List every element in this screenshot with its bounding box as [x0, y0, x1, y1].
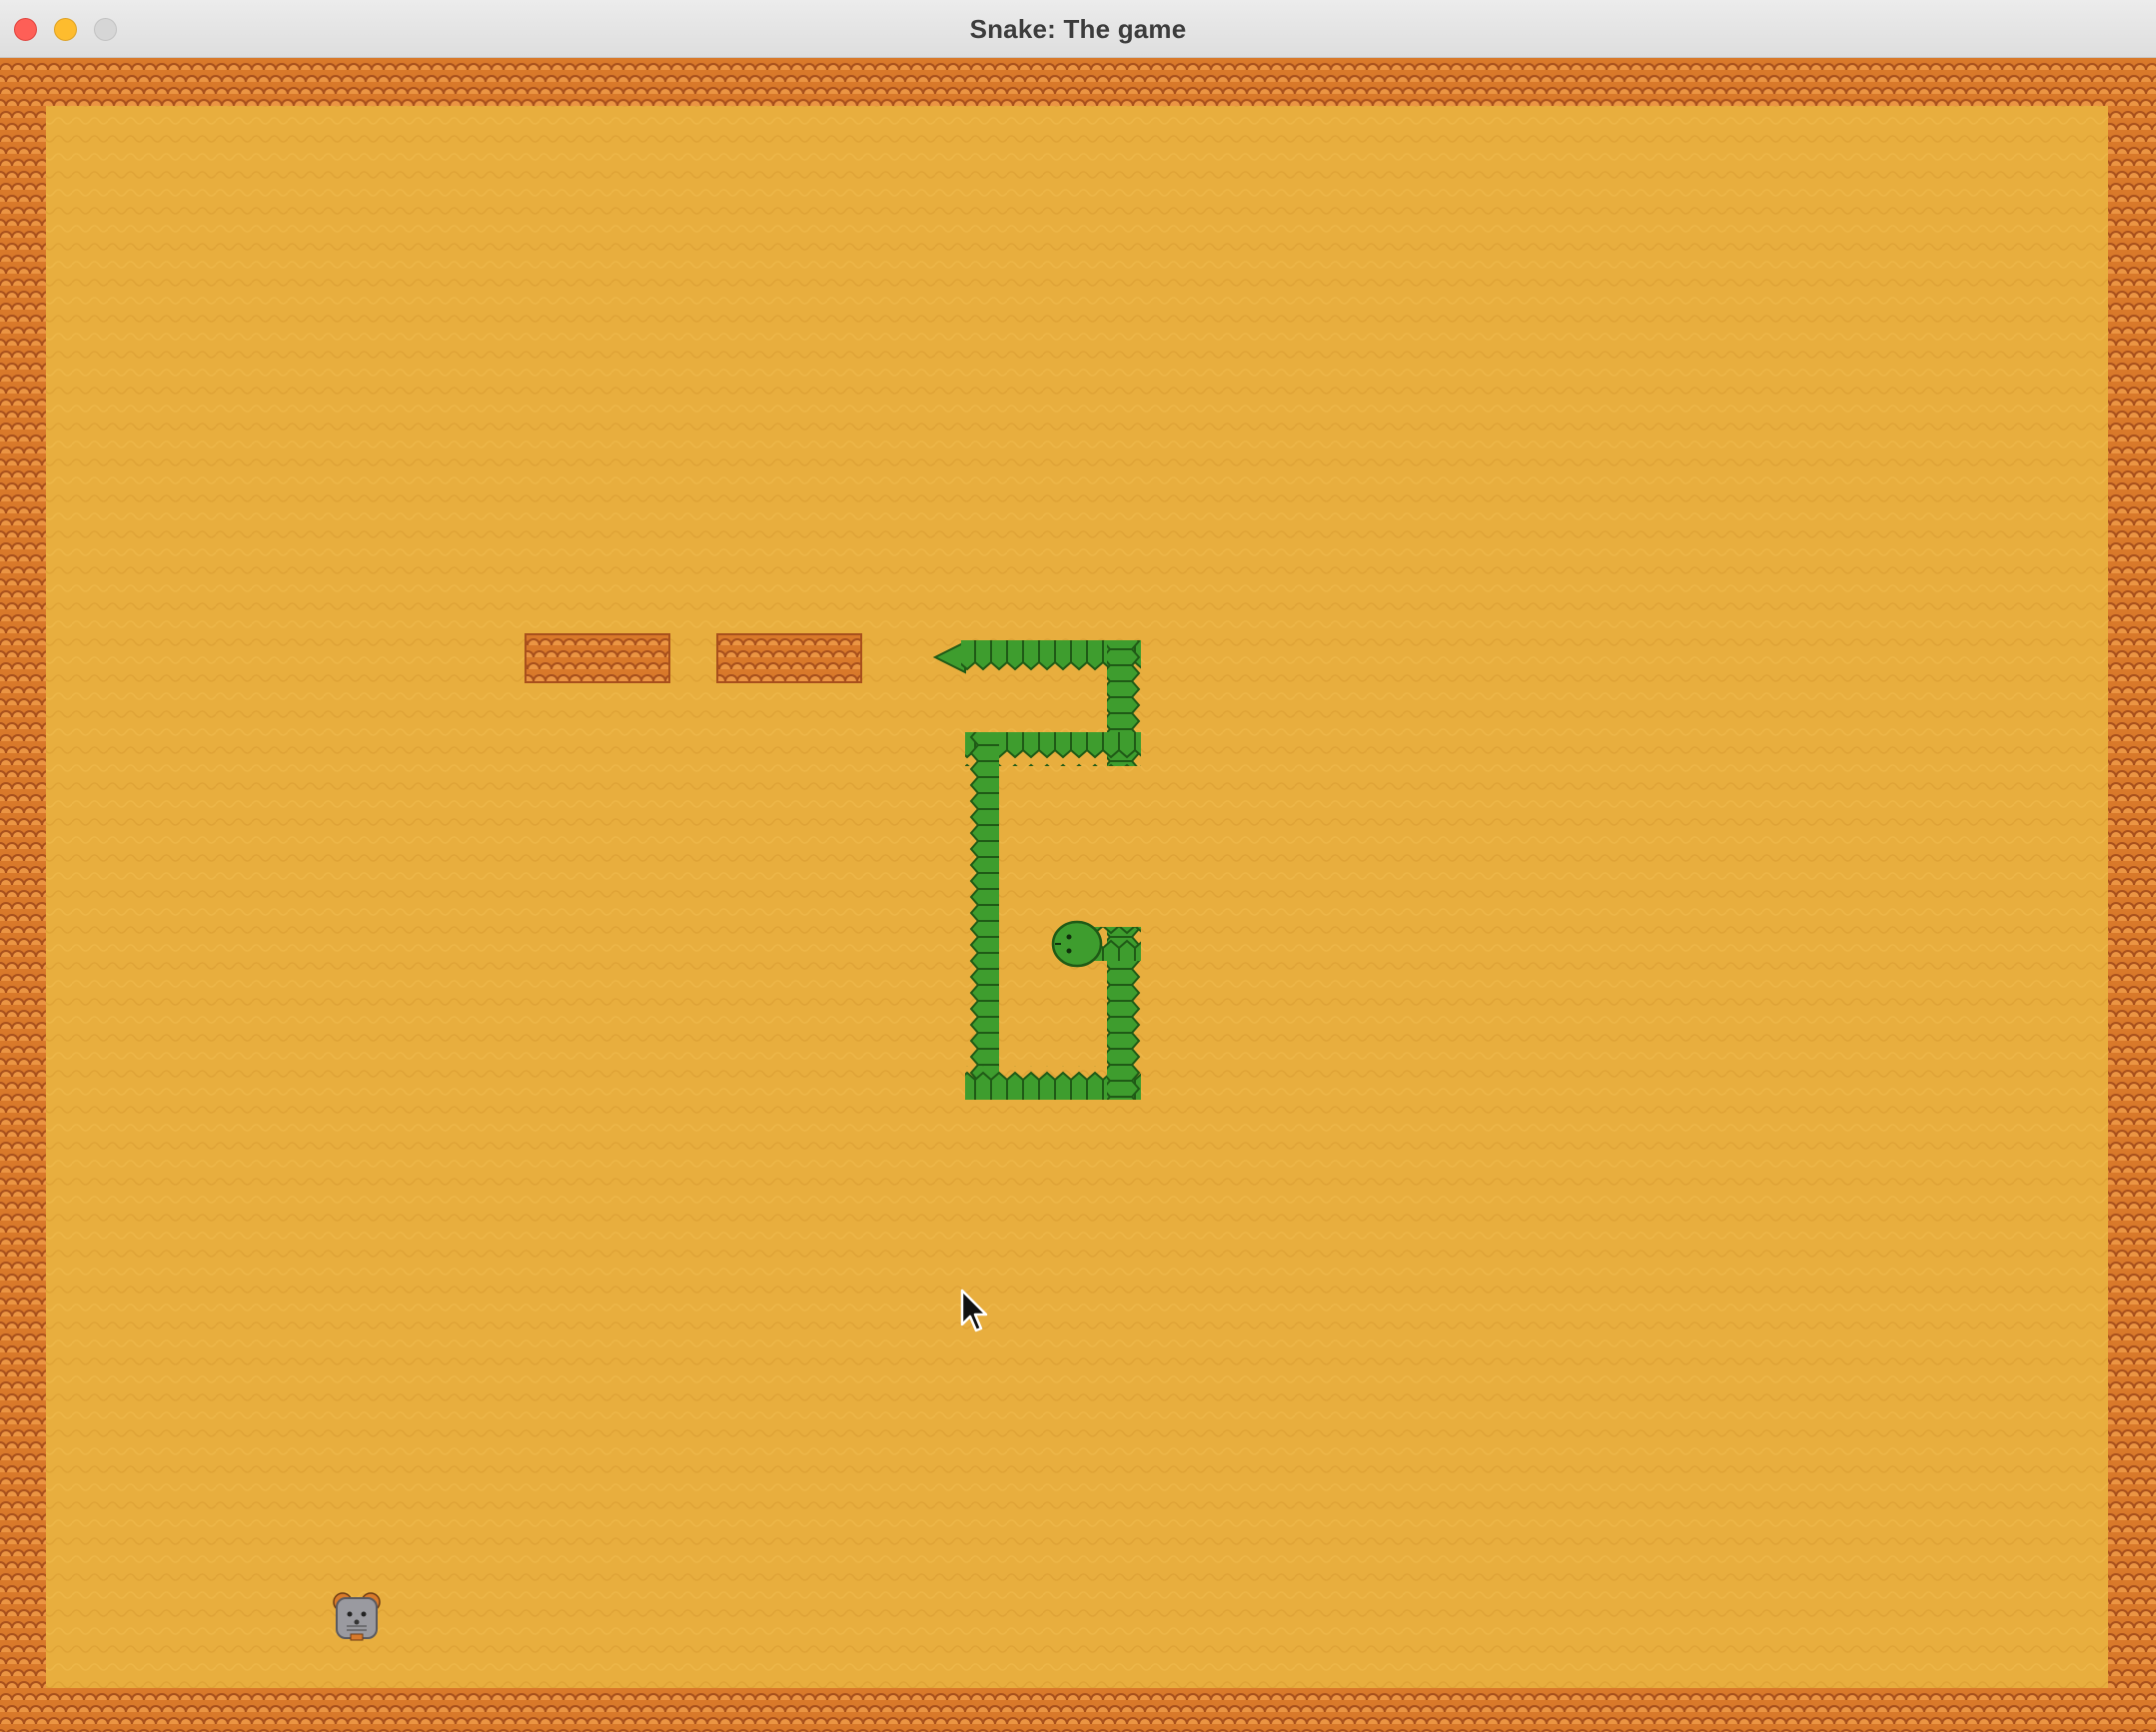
- snake-body: [965, 732, 999, 1100]
- mouse-icon: [333, 1592, 381, 1641]
- wall-top: [0, 58, 2156, 106]
- obstacle-block: [716, 633, 862, 683]
- title-bar[interactable]: Snake: The game: [0, 0, 2156, 58]
- wall-right: [2108, 58, 2156, 1732]
- snake-head: [1051, 920, 1103, 968]
- wall-bottom: [0, 1688, 2156, 1732]
- sand-floor: [0, 58, 2156, 1732]
- wall-left: [0, 58, 46, 1732]
- game-board[interactable]: [0, 58, 2156, 1732]
- obstacle-block: [525, 633, 670, 683]
- window-title: Snake: The game: [969, 14, 1187, 44]
- game-window: Snake: The game: [0, 0, 2156, 1732]
